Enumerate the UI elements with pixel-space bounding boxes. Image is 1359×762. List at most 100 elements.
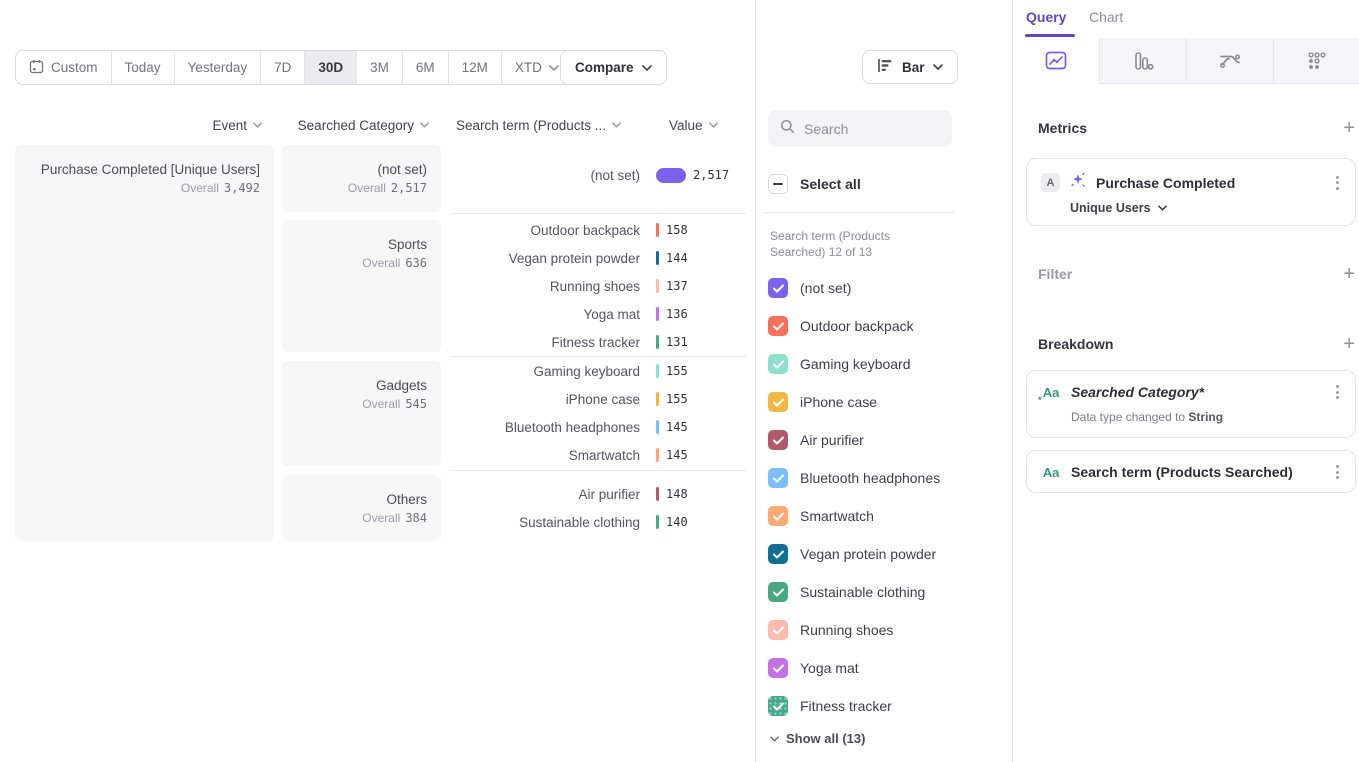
date-range-7d[interactable]: 7D (261, 51, 305, 84)
category-cell[interactable]: Gadgets Overall545 (282, 361, 441, 466)
column-header-value[interactable]: Value (669, 114, 749, 136)
add-metric-button[interactable]: + (1343, 118, 1355, 138)
select-all-checkbox[interactable]: Select all (768, 174, 861, 194)
filter-heading: Filter (1038, 266, 1072, 282)
metrics-section-header: Metrics + (1038, 118, 1355, 138)
category-cell[interactable]: (not set) Overall2,517 (282, 145, 441, 212)
series-item-label: Air purifier (800, 432, 864, 448)
measure-dropdown[interactable]: Unique Users (1070, 201, 1341, 215)
table-row[interactable]: (not set) 2,517 (450, 161, 746, 189)
active-tab-underline (1025, 34, 1075, 37)
event-cell[interactable]: Purchase Completed [Unique Users] Overal… (15, 145, 274, 541)
series-item-label: Outdoor backpack (800, 318, 914, 334)
series-item-label: Sustainable clothing (800, 584, 925, 600)
breakdown-card[interactable]: Aa Search term (Products Searched) (1026, 450, 1356, 493)
date-range-custom[interactable]: Custom (16, 51, 112, 84)
kebab-menu-icon[interactable] (1334, 174, 1341, 192)
checked-checkbox-icon (768, 430, 788, 450)
date-range-segmented-control: Custom Today Yesterday 7D 30D 3M 6M 12M … (15, 50, 573, 85)
checked-checkbox-icon (768, 696, 788, 716)
date-range-today[interactable]: Today (112, 51, 175, 84)
insights-line-chart-icon (1045, 51, 1067, 70)
series-item[interactable]: (not set) (768, 269, 1003, 307)
date-range-6m[interactable]: 6M (403, 51, 449, 84)
series-item[interactable]: Sustainable clothing (768, 573, 1003, 611)
indeterminate-checkbox-icon (768, 174, 788, 194)
value-bar (656, 420, 659, 434)
show-all-label: Show all (13) (786, 731, 865, 746)
table-row[interactable]: Outdoor backpack 158 (450, 216, 746, 244)
series-item[interactable]: Smartwatch (768, 497, 1003, 535)
table-row[interactable]: Sustainable clothing 140 (450, 508, 746, 536)
show-all-toggle[interactable]: Show all (13) (770, 731, 865, 746)
breakdown-card[interactable]: Aa* Searched Category* Data type changed… (1026, 370, 1356, 438)
category-cell[interactable]: Sports Overall636 (282, 220, 441, 352)
table-row[interactable]: Vegan protein powder 144 (450, 244, 746, 272)
date-range-30d[interactable]: 30D (305, 51, 357, 84)
query-sidebar: Query Chart Metrics + A (1012, 0, 1359, 762)
chevron-down-icon (709, 122, 718, 128)
term-group: Gaming keyboard 155 iPhone case 155 Blue… (450, 357, 746, 471)
series-item-label: Smartwatch (800, 508, 874, 524)
string-property-icon: Aa (1041, 465, 1061, 480)
value-bar (656, 307, 659, 321)
value-bar (656, 279, 659, 293)
breakdown-note: Data type changed to String (1071, 410, 1341, 424)
table-row[interactable]: Air purifier 148 (450, 480, 746, 508)
date-range-3m[interactable]: 3M (357, 51, 403, 84)
tab-query[interactable]: Query (1026, 9, 1066, 25)
table-row[interactable]: Smartwatch 145 (450, 441, 746, 469)
value-bar (656, 335, 659, 349)
table-row[interactable]: Bluetooth headphones 145 (450, 413, 746, 441)
breakdown-property-name: Search term (Products Searched) (1071, 464, 1324, 480)
breakdown-property-name: Searched Category* (1071, 384, 1324, 400)
chevron-down-icon (253, 122, 262, 128)
column-header-search-term[interactable]: Search term (Products ... (456, 114, 666, 136)
category-cell[interactable]: Others Overall384 (282, 475, 441, 541)
series-item-label: iPhone case (800, 394, 877, 410)
series-item[interactable]: iPhone case (768, 383, 1003, 421)
metric-card[interactable]: A Purchase Completed Unique Users (1026, 158, 1356, 226)
series-item-label: Gaming keyboard (800, 356, 911, 372)
series-list-label: Search term (Products Searched) 12 of 13 (770, 228, 946, 260)
divider (763, 212, 954, 213)
table-row[interactable]: Running shoes 137 (450, 272, 746, 300)
checked-checkbox-icon (768, 582, 788, 602)
search-input[interactable] (804, 121, 934, 137)
checked-checkbox-icon (768, 468, 788, 488)
kebab-menu-icon[interactable] (1334, 463, 1341, 481)
table-row[interactable]: Gaming keyboard 155 (450, 357, 746, 385)
series-item[interactable]: Yoga mat (768, 649, 1003, 687)
series-search[interactable] (768, 110, 952, 147)
term-group: Air purifier 148 Sustainable clothing 14… (450, 471, 746, 541)
tab-retention[interactable] (1274, 38, 1359, 84)
checked-checkbox-icon (768, 278, 788, 298)
add-breakdown-button[interactable]: + (1343, 334, 1355, 354)
table-row[interactable]: iPhone case 155 (450, 385, 746, 413)
column-header-searched-category[interactable]: Searched Category (282, 114, 441, 136)
series-item[interactable]: Fitness tracker (768, 687, 1003, 725)
table-row[interactable]: Yoga mat 136 (450, 300, 746, 328)
retention-dots-icon (1307, 51, 1327, 71)
measure-label: Unique Users (1070, 201, 1151, 215)
compare-button[interactable]: Compare (560, 50, 667, 85)
series-item[interactable]: Gaming keyboard (768, 345, 1003, 383)
table-row[interactable]: Fitness tracker 131 (450, 328, 746, 356)
series-item[interactable]: Running shoes (768, 611, 1003, 649)
date-range-yesterday[interactable]: Yesterday (175, 51, 262, 84)
tab-insights[interactable] (1013, 38, 1100, 84)
kebab-menu-icon[interactable] (1334, 383, 1341, 401)
series-item[interactable]: Air purifier (768, 421, 1003, 459)
column-header-event[interactable]: Event (15, 114, 274, 136)
tab-flows[interactable] (1187, 38, 1274, 84)
series-item[interactable]: Bluetooth headphones (768, 459, 1003, 497)
series-item-label: Running shoes (800, 622, 893, 638)
date-range-12m[interactable]: 12M (449, 51, 502, 84)
checked-checkbox-icon (768, 658, 788, 678)
tab-chart[interactable]: Chart (1089, 9, 1123, 25)
tab-funnels[interactable] (1100, 38, 1187, 84)
value-bar (656, 168, 686, 183)
add-filter-button[interactable]: + (1343, 264, 1355, 284)
series-item[interactable]: Outdoor backpack (768, 307, 1003, 345)
series-item[interactable]: Vegan protein powder (768, 535, 1003, 573)
